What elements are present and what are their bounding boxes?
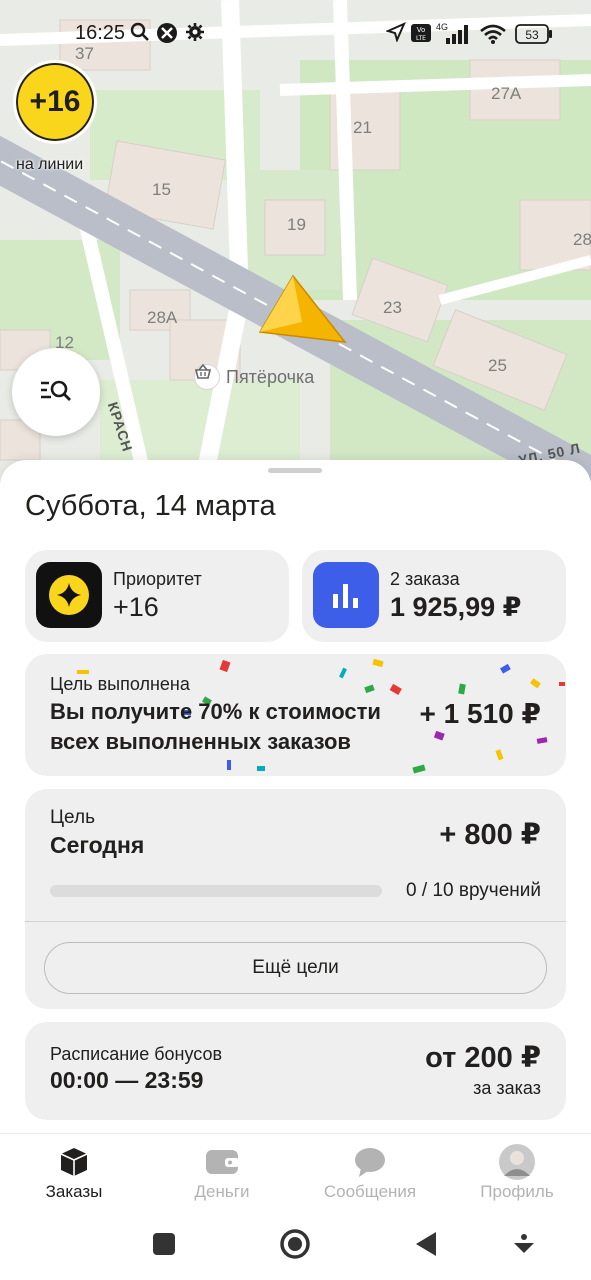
home-circle-icon[interactable] [279, 1227, 311, 1261]
shopping-basket-icon [194, 364, 220, 390]
nav-profile[interactable]: Профиль [443, 1134, 591, 1214]
nav-label: Заказы [45, 1182, 103, 1201]
nav-label: Сообщения [323, 1182, 417, 1201]
wifi-icon [480, 24, 506, 49]
building-number: 15 [152, 180, 171, 199]
priority-badge-value: +16 [29, 85, 81, 118]
poi-label: Пятёрочка [226, 366, 315, 387]
bar-chart-icon [313, 562, 379, 628]
map-canvas [0, 0, 591, 500]
goal-today-card[interactable]: Цель Сегодня + 800 ₽ 0 / 10 вручений Ещё… [25, 789, 566, 1009]
list-search-icon [39, 377, 73, 408]
goal-completed-amount: + 1 510 ₽ [419, 698, 541, 729]
nav-label: Деньги [194, 1182, 250, 1201]
orders-box-icon [58, 1144, 90, 1180]
divider [25, 921, 566, 922]
building-number: 28А [147, 308, 178, 327]
status-time: 16:25 [75, 22, 126, 44]
signal-icon [446, 24, 472, 49]
chat-bubble-icon [353, 1144, 387, 1180]
orders-sum: 1 925,99 ₽ [390, 592, 522, 622]
building-number: 23 [383, 298, 402, 317]
assistant-dropdown-icon[interactable] [512, 1227, 536, 1261]
settings-gear-icon [185, 22, 205, 47]
bottom-sheet: Суббота, 14 марта Приоритет +16 2 заказа… [0, 460, 591, 1140]
status-bar: 16:25 Vo LTE 4G 53 [0, 0, 591, 66]
map-view[interactable]: 37 21 27А 15 19 28 23 28А 12 25 Пятёрочк… [0, 0, 591, 500]
svg-text:53: 53 [525, 28, 539, 42]
schedule-amount: от 200 ₽ [425, 1042, 541, 1074]
nav-messages[interactable]: Сообщения [296, 1134, 444, 1214]
goal-progress-bar [50, 885, 382, 897]
bonus-schedule-card[interactable]: Расписание бонусов 00:00 — 23:59 от 200 … [25, 1022, 566, 1120]
building-number: 28 [573, 230, 591, 249]
goal-title: Сегодня [50, 832, 145, 858]
search-icon [130, 22, 150, 47]
wallet-icon [205, 1144, 239, 1180]
location-arrow-icon [385, 22, 406, 47]
priority-value: +16 [113, 592, 159, 622]
schedule-amount-unit: за заказ [473, 1078, 541, 1098]
building-number: 19 [287, 215, 306, 234]
recents-square-icon[interactable] [152, 1227, 176, 1261]
app-notification-icon [156, 22, 178, 49]
priority-card[interactable]: Приоритет +16 [25, 550, 289, 642]
system-navigation-bar [0, 1213, 591, 1280]
priority-star-icon [36, 562, 102, 628]
building-number: 21 [353, 118, 372, 137]
building-number: 25 [488, 356, 507, 375]
goal-label: Цель [50, 807, 95, 828]
more-goals-button[interactable]: Ещё цели [44, 942, 547, 994]
svg-text:LTE: LTE [416, 35, 426, 42]
nav-money[interactable]: Деньги [148, 1134, 296, 1214]
back-triangle-icon[interactable] [414, 1227, 438, 1261]
nav-orders[interactable]: Заказы [0, 1134, 148, 1214]
volte-icon: Vo LTE [411, 24, 431, 47]
search-list-button[interactable] [12, 348, 100, 436]
goal-completed-card[interactable]: Цель выполнена Вы получите 70% к стоимос… [25, 654, 566, 776]
sheet-drag-handle[interactable] [268, 468, 322, 473]
goal-amount: + 800 ₽ [439, 819, 541, 851]
priority-label: Приоритет [113, 569, 202, 589]
orders-card[interactable]: 2 заказа 1 925,99 ₽ [302, 550, 566, 642]
date-title: Суббота, 14 марта [25, 490, 276, 522]
nav-label: Профиль [480, 1182, 554, 1201]
schedule-label: Расписание бонусов [50, 1044, 223, 1064]
svg-text:Vo: Vo [417, 26, 426, 34]
avatar [499, 1144, 535, 1180]
goal-progress-count: 0 / 10 вручений [406, 880, 541, 901]
schedule-time: 00:00 — 23:59 [50, 1067, 204, 1093]
bottom-navigation: Заказы Деньги Сообщения Профиль [0, 1133, 591, 1213]
building-number: 27А [491, 84, 522, 103]
goal-completed-label: Цель выполнена [50, 674, 190, 694]
priority-badge[interactable]: +16 [13, 60, 97, 144]
orders-count: 2 заказа [390, 569, 460, 589]
battery-icon: 53 [515, 24, 553, 49]
goal-completed-text: Вы получите 70% к стоимости всех выполне… [50, 699, 381, 754]
poi-pyaterochka[interactable]: Пятёрочка [194, 364, 314, 390]
online-status: на линии [16, 156, 84, 173]
